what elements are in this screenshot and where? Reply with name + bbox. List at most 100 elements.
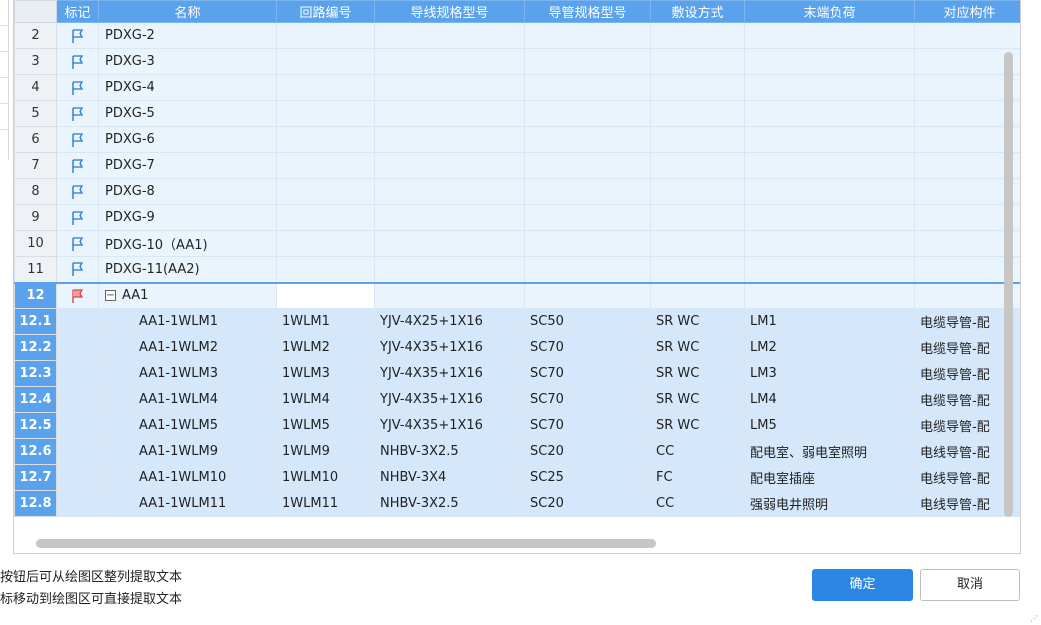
flag-cell[interactable] xyxy=(56,360,99,387)
name-cell[interactable]: AA1-1WLM9 xyxy=(98,438,277,465)
grid-cell[interactable] xyxy=(524,152,651,179)
load-cell[interactable]: 强弱电井照明 xyxy=(744,490,915,517)
grid-cell[interactable] xyxy=(374,152,525,179)
wire-cell[interactable]: YJV-4X35+1X16 xyxy=(374,360,525,387)
grid-cell[interactable] xyxy=(650,126,745,153)
column-header-method[interactable]: 敷设方式 xyxy=(650,0,745,23)
flag-cell[interactable] xyxy=(56,100,99,127)
flag-cell[interactable] xyxy=(56,74,99,101)
grid-cell[interactable] xyxy=(650,204,745,231)
collapse-icon[interactable]: − xyxy=(105,290,116,302)
flag-cell[interactable] xyxy=(56,48,99,75)
grid-cell[interactable] xyxy=(914,22,1020,49)
method-cell[interactable]: CC xyxy=(650,438,745,465)
grid-cell[interactable] xyxy=(650,152,745,179)
grid-cell[interactable] xyxy=(650,230,745,257)
grid-cell[interactable] xyxy=(524,74,651,101)
cancel-button[interactable]: 取消 xyxy=(920,569,1020,601)
load-cell[interactable]: LM3 xyxy=(744,360,915,387)
load-cell[interactable]: 配电室插座 xyxy=(744,464,915,491)
flag-cell[interactable] xyxy=(56,126,99,153)
flag-cell[interactable] xyxy=(56,464,99,491)
grid-cell[interactable] xyxy=(374,48,525,75)
flag-cell[interactable] xyxy=(56,256,99,283)
method-cell[interactable]: FC xyxy=(650,464,745,491)
name-cell[interactable]: PDXG-4 xyxy=(98,74,277,101)
method-cell[interactable]: SR WC xyxy=(650,308,745,335)
name-cell[interactable]: PDXG-8 xyxy=(98,178,277,205)
grid-cell[interactable] xyxy=(276,100,375,127)
pipe-cell[interactable]: SC70 xyxy=(524,334,651,361)
table-row[interactable]: 10 PDXG-10（AA1) xyxy=(14,230,1020,257)
flag-icon[interactable] xyxy=(71,28,85,43)
flag-icon[interactable] xyxy=(71,158,85,173)
pipe-cell[interactable]: SC20 xyxy=(524,438,651,465)
flag-cell[interactable] xyxy=(56,178,99,205)
grid-cell[interactable] xyxy=(744,22,915,49)
loop-cell[interactable]: 1WLM5 xyxy=(276,412,375,439)
grid-cell[interactable] xyxy=(374,256,525,283)
pipe-cell[interactable]: SC70 xyxy=(524,360,651,387)
grid-cell[interactable] xyxy=(374,230,525,257)
flag-icon[interactable] xyxy=(71,184,85,199)
flag-cell[interactable] xyxy=(56,308,99,335)
pipe-cell[interactable]: SC50 xyxy=(524,308,651,335)
grid-cell[interactable] xyxy=(374,126,525,153)
grid-cell[interactable] xyxy=(276,22,375,49)
flag-cell[interactable] xyxy=(56,204,99,231)
wire-cell[interactable]: YJV-4X35+1X16 xyxy=(374,334,525,361)
grid-cell[interactable] xyxy=(650,282,745,309)
grid-cell[interactable] xyxy=(650,178,745,205)
grid-cell[interactable] xyxy=(650,48,745,75)
table-row[interactable]: 12.4 AA1-1WLM4 1WLM4 YJV-4X35+1X16 SC70 SR WC… xyxy=(14,386,1020,413)
flag-icon[interactable] xyxy=(71,132,85,147)
name-cell[interactable]: PDXG-6 xyxy=(98,126,277,153)
method-cell[interactable]: SR WC xyxy=(650,412,745,439)
name-cell[interactable]: AA1-1WLM4 xyxy=(98,386,277,413)
horizontal-scrollbar-thumb[interactable] xyxy=(36,539,656,548)
grid-cell[interactable] xyxy=(524,48,651,75)
table-row[interactable]: 9 PDXG-9 xyxy=(14,204,1020,231)
loop-cell[interactable]: 1WLM9 xyxy=(276,438,375,465)
name-cell[interactable]: PDXG-11(AA2) xyxy=(98,256,277,283)
name-cell[interactable]: AA1-1WLM3 xyxy=(98,360,277,387)
column-header-name[interactable]: 名称 xyxy=(98,0,277,23)
grid-cell[interactable] xyxy=(524,100,651,127)
grid-cell[interactable] xyxy=(374,100,525,127)
grid-cell[interactable] xyxy=(650,22,745,49)
name-cell[interactable]: AA1-1WLM10 xyxy=(98,464,277,491)
grid-cell[interactable] xyxy=(524,204,651,231)
loop-cell[interactable]: 1WLM3 xyxy=(276,360,375,387)
grid-cell[interactable] xyxy=(744,74,915,101)
grid-cell[interactable] xyxy=(524,256,651,283)
grid-cell[interactable] xyxy=(524,230,651,257)
grid-cell[interactable] xyxy=(524,126,651,153)
table-row[interactable]: 6 PDXG-6 xyxy=(14,126,1020,153)
wire-cell[interactable]: YJV-4X35+1X16 xyxy=(374,386,525,413)
column-header-mark[interactable]: 标记 xyxy=(56,0,99,23)
loop-cell[interactable]: 1WLM1 xyxy=(276,308,375,335)
method-cell[interactable]: SR WC xyxy=(650,334,745,361)
loop-cell[interactable]: 1WLM11 xyxy=(276,490,375,517)
name-cell[interactable]: AA1-1WLM5 xyxy=(98,412,277,439)
pipe-cell[interactable]: SC70 xyxy=(524,412,651,439)
loop-cell[interactable]: 1WLM4 xyxy=(276,386,375,413)
grid-cell[interactable] xyxy=(744,178,915,205)
grid-cell[interactable] xyxy=(374,22,525,49)
flag-cell[interactable] xyxy=(56,438,99,465)
grid-cell[interactable] xyxy=(276,230,375,257)
data-grid[interactable]: 标记 名称 回路编号 导线规格型号 导管规格型号 敷设方式 末端负荷 对应构件 … xyxy=(13,0,1021,554)
column-header-loop[interactable]: 回路编号 xyxy=(276,0,375,23)
flag-cell[interactable] xyxy=(56,490,99,517)
table-row[interactable]: 12.2 AA1-1WLM2 1WLM2 YJV-4X35+1X16 SC70 SR WC… xyxy=(14,334,1020,361)
name-cell[interactable]: PDXG-9 xyxy=(98,204,277,231)
grid-cell[interactable] xyxy=(374,282,525,309)
load-cell[interactable]: LM4 xyxy=(744,386,915,413)
grid-cell[interactable] xyxy=(374,178,525,205)
grid-cell[interactable] xyxy=(276,178,375,205)
resize-grip-icon[interactable]: ⋰ xyxy=(1030,614,1038,623)
name-cell[interactable]: PDXG-10（AA1) xyxy=(98,230,277,257)
grid-cell[interactable] xyxy=(744,48,915,75)
load-cell[interactable]: LM1 xyxy=(744,308,915,335)
grid-cell[interactable] xyxy=(650,74,745,101)
